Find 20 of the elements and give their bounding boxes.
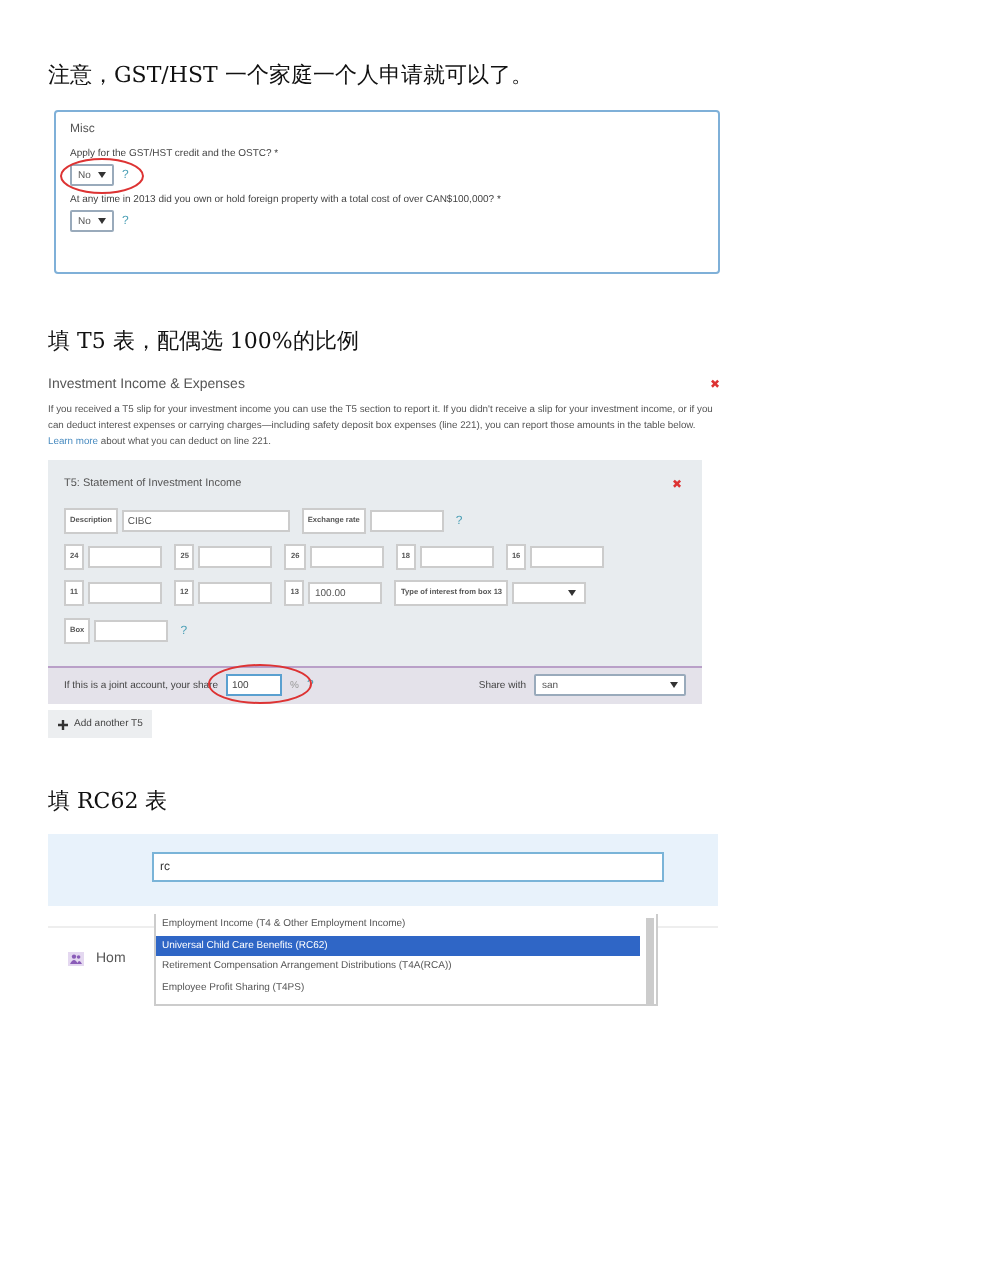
input-field[interactable] [369, 510, 444, 532]
caret-icon [98, 218, 106, 224]
input-field[interactable] [530, 546, 605, 568]
input-field[interactable] [198, 546, 273, 568]
people-icon [68, 951, 84, 965]
caret-icon [568, 590, 577, 596]
input-field[interactable] [309, 546, 384, 568]
select-field[interactable] [512, 582, 587, 604]
input-field[interactable] [94, 620, 169, 642]
plus-icon [58, 719, 68, 729]
note-heading: 注意，GST/HST 一个家庭一个人申请就可以了。 [48, 60, 535, 90]
input-field[interactable] [88, 582, 163, 604]
caret-icon [98, 172, 106, 178]
note-heading: 填 T5 表，配偶选 100%的比例 [48, 326, 361, 356]
input-field[interactable] [88, 546, 163, 568]
note-heading: 填 RC62 表 [48, 786, 170, 816]
input-field[interactable] [198, 582, 273, 604]
scrollbar[interactable] [646, 918, 654, 1004]
caret-icon [670, 682, 678, 688]
input-field[interactable] [419, 546, 494, 568]
